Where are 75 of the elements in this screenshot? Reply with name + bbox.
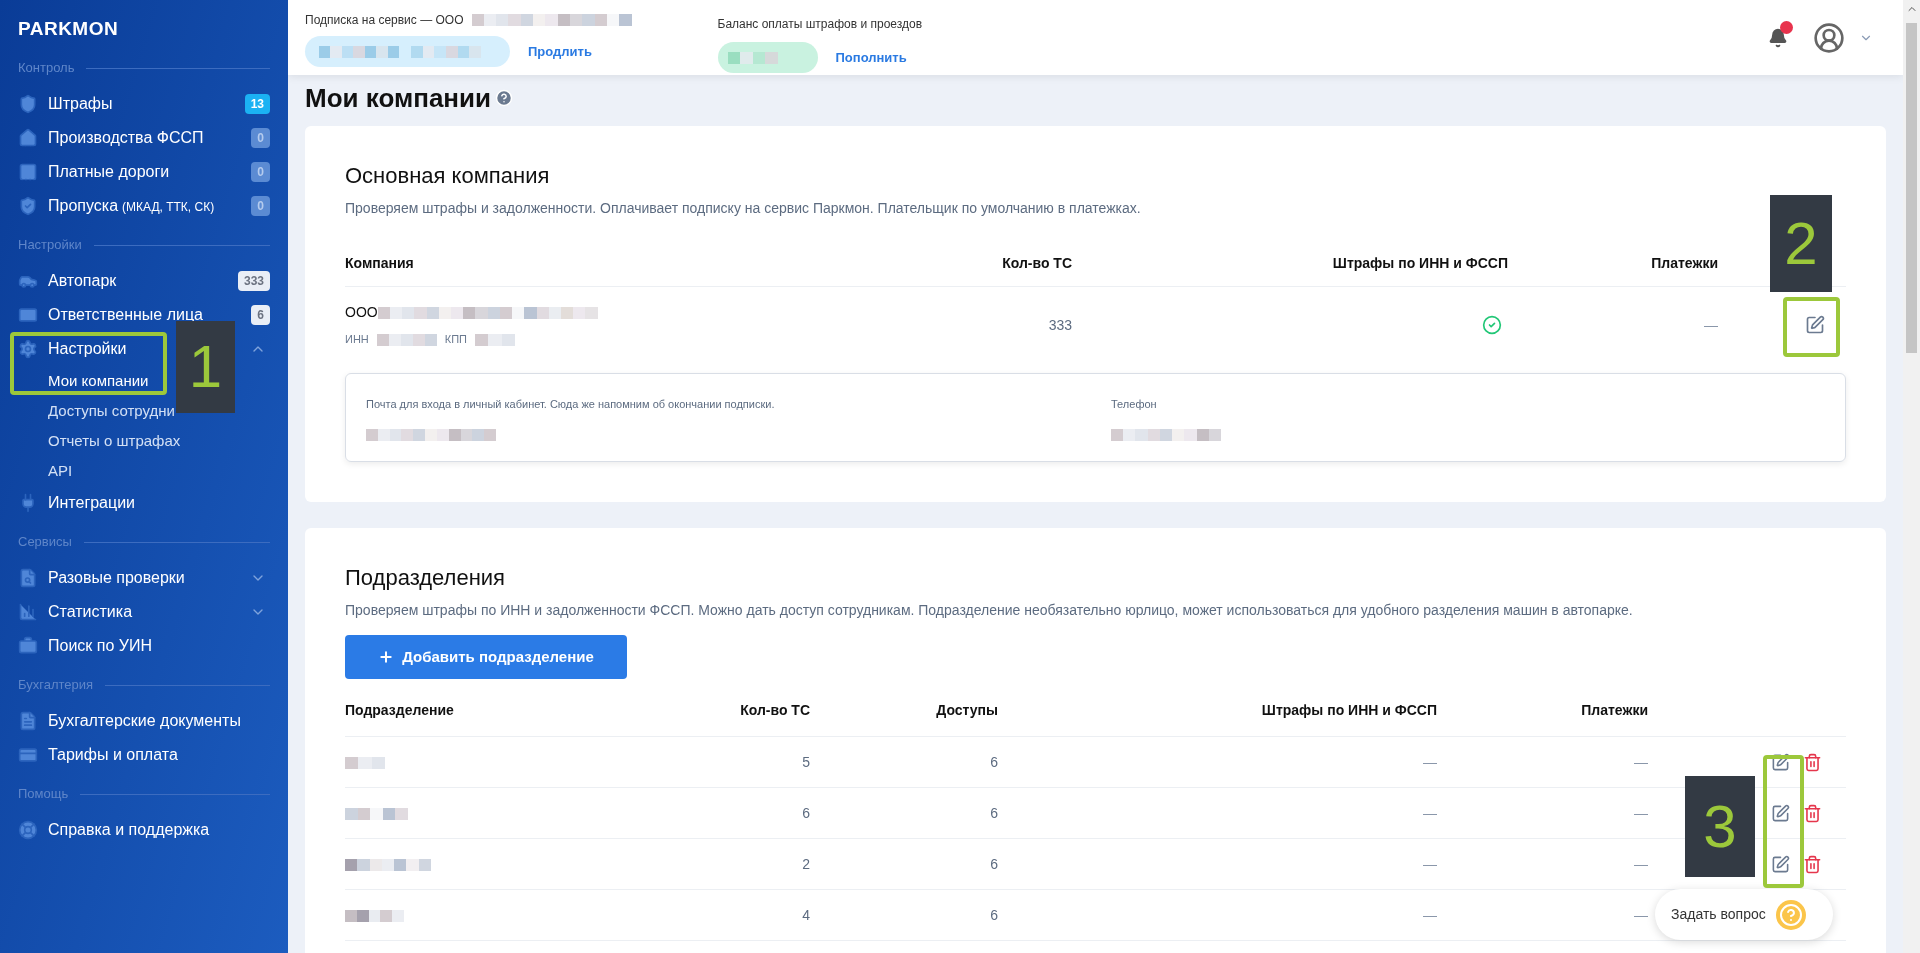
field-label: Почта для входа в личный кабинет. Сюда же напомним об окончании подписки.: [366, 397, 776, 412]
table-cell-text: —: [1634, 905, 1648, 925]
step-number: 1: [176, 321, 235, 413]
submenu-item[interactable]: Мои компании: [48, 369, 149, 393]
count-badge: 0: [251, 128, 270, 148]
count-badge: 0: [251, 162, 270, 182]
column-header: Доступы: [936, 701, 998, 720]
table-cell-text: 4: [802, 905, 810, 925]
column-header: Платежки: [1651, 254, 1718, 273]
section-heading: Сервисы: [18, 533, 72, 552]
sidebar-item[interactable]: Штрафы: [18, 92, 113, 116]
sidebar-item[interactable]: Статистика: [18, 600, 133, 624]
table-cell-text: —: [1423, 905, 1437, 925]
submenu-item[interactable]: Отчеты о штрафах: [48, 429, 181, 453]
card-description: Проверяем штрафы и задолженности. Оплачивает подписку на сервис Паркмон. Плательщик по умолчанию в платежках.: [345, 199, 1142, 218]
table-cell-text: 6: [990, 752, 998, 772]
submenu-item[interactable]: Доступы сотрудни: [48, 399, 175, 423]
company-name: ООО: [345, 303, 378, 323]
renew-link[interactable]: Продлить: [528, 41, 592, 62]
field-label: Телефон: [1111, 397, 1158, 412]
inn-label: ИНН: [345, 332, 369, 348]
table-cell-text: 6: [990, 905, 998, 925]
sidebar-item[interactable]: Производства ФССП: [18, 126, 204, 150]
sidebar-item[interactable]: Настройки: [18, 337, 127, 361]
count-badge: 6: [251, 305, 270, 325]
table-cell-text: 333: [1048, 315, 1072, 335]
count-badge: 333: [237, 271, 270, 291]
table-cell-text: 2: [802, 854, 810, 874]
section-heading: Настройки: [18, 236, 82, 255]
count-badge: 13: [244, 94, 270, 114]
sidebar-item[interactable]: Справка и поддержка: [18, 818, 210, 842]
table-cell-text: —: [1634, 854, 1648, 874]
sidebar-item[interactable]: Интеграции: [18, 491, 136, 515]
sidebar-item[interactable]: Автопарк: [18, 269, 117, 293]
sidebar-item[interactable]: Разовые проверки: [18, 566, 185, 590]
column-header: Компания: [345, 254, 415, 273]
table-cell-text: —: [1423, 803, 1437, 823]
balance-label: Баланс оплаты штрафов и проездов: [717, 17, 923, 31]
table-cell-text: —: [1634, 803, 1648, 823]
column-header: Кол-во ТС: [740, 701, 810, 720]
logo[interactable]: PARKMON: [18, 18, 119, 39]
sidebar-item[interactable]: Тарифы и оплата: [18, 743, 178, 767]
add-division-button[interactable]: Добавить подразделение: [345, 635, 627, 679]
table-cell-text: 6: [990, 803, 998, 823]
step-number: 3: [1685, 776, 1755, 877]
page-title: Мои компании: [305, 81, 492, 115]
table-cell-text: —: [1704, 315, 1718, 335]
card-description: Проверяем штрафы по ИНН и задолженности ФССП. Можно дать доступ сотрудникам. Подразделение необязательно юрлицо, может использоваться для удобного разделения машин в автопарке.: [345, 601, 1634, 620]
submenu-item[interactable]: API: [48, 459, 73, 483]
table-cell-text: 6: [802, 803, 810, 823]
section-heading: Бухгалтерия: [18, 676, 94, 695]
top-up-link[interactable]: Пополнить: [835, 47, 907, 68]
column-header: Кол-во ТС: [1002, 254, 1072, 273]
section-heading: Контроль: [18, 59, 75, 78]
column-header: Подразделение: [345, 701, 455, 720]
count-badge: 0: [251, 196, 270, 216]
sidebar-item[interactable]: Бухгалтерские документы: [18, 709, 241, 733]
sidebar-item[interactable]: Платные дороги: [18, 160, 170, 184]
card-title: Подразделения: [345, 564, 506, 592]
column-header: Штрафы по ИНН и ФССП: [1332, 254, 1508, 273]
ask-question-button[interactable]: Задать вопрос: [1655, 889, 1833, 940]
table-cell-text: 6: [990, 854, 998, 874]
table-cell-text: 5: [802, 752, 810, 772]
step-number: 2: [1770, 195, 1832, 292]
column-header: Штрафы по ИНН и ФССП: [1261, 701, 1437, 720]
table-cell-text: —: [1634, 752, 1648, 772]
subscription-label: Подписка на сервис — ООО: [305, 12, 464, 29]
section-heading: Помощь: [18, 785, 69, 804]
column-header: Платежки: [1581, 701, 1648, 720]
kpp-label: КПП: [444, 332, 468, 348]
sidebar-item[interactable]: Пропуска (МКАД, ТТК, СК): [18, 194, 215, 218]
card-title: Основная компания: [345, 162, 551, 190]
table-cell-text: —: [1423, 854, 1437, 874]
sidebar-item[interactable]: Поиск по УИН: [18, 634, 152, 658]
table-cell-text: —: [1423, 752, 1437, 772]
